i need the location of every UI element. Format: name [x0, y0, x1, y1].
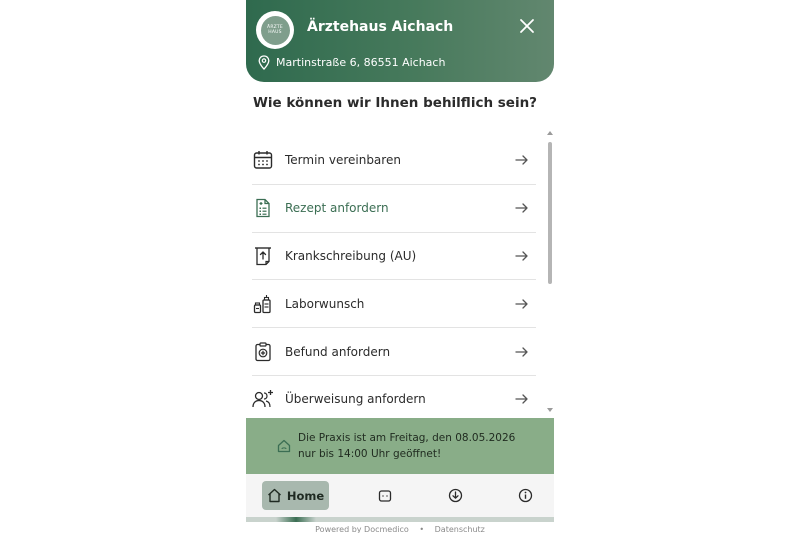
scrollbar-thumb[interactable]: [548, 142, 552, 284]
footer-separator: •: [419, 525, 425, 533]
tab-info[interactable]: [514, 481, 536, 510]
sick-note-icon: [255, 247, 271, 266]
arrow-right-icon: [515, 203, 528, 213]
arrow-right-icon: [515, 155, 528, 166]
prescription-icon: [256, 199, 270, 218]
menu-item-label: Termin vereinbaren: [285, 153, 401, 168]
bottom-tab-bar: Home: [246, 474, 554, 518]
practice-logo: ÄRZTE HAUS: [256, 11, 294, 49]
menu-item-befund[interactable]: Befund anfordern: [252, 328, 536, 376]
menu-item-termin[interactable]: Termin vereinbaren: [252, 137, 536, 185]
booking-widget: ÄRZTE HAUS Ärztehaus Aichach Martinstraß…: [246, 0, 554, 533]
referral-icon: [252, 390, 273, 408]
arrow-right-icon: [515, 346, 528, 357]
practice-address: Martinstraße 6, 86551 Aichach: [258, 55, 445, 70]
menu-item-label: Überweisung anfordern: [285, 392, 426, 407]
footer: Powered by Docmedico • Datenschutz: [246, 525, 554, 533]
bottom-strip-accent: [276, 517, 316, 522]
info-icon: [518, 488, 532, 503]
menu-item-laborwunsch[interactable]: Laborwunsch: [252, 280, 536, 329]
tab-chat[interactable]: [374, 481, 396, 510]
address-text: Martinstraße 6, 86551 Aichach: [276, 56, 446, 69]
arrow-right-icon: [515, 394, 528, 405]
menu-item-ueberweisung[interactable]: Überweisung anfordern: [252, 376, 536, 424]
menu-item-krankschreibung[interactable]: Krankschreibung (AU): [252, 233, 536, 281]
scrollbar-down-arrow[interactable]: [547, 408, 553, 412]
tab-download[interactable]: [444, 481, 466, 510]
menu-item-rezept[interactable]: Rezept anfordern: [252, 185, 536, 233]
chat-icon: [378, 489, 392, 502]
arrow-right-icon: [515, 251, 528, 261]
house-icon: [277, 439, 291, 453]
menu-item-label: Befund anfordern: [285, 344, 391, 359]
lab-icon: [253, 294, 271, 313]
powered-by-link[interactable]: Powered by Docmedico: [315, 525, 409, 533]
notice-text: Die Praxis ist am Freitag, den 08.05.202…: [298, 432, 516, 460]
close-icon: [520, 19, 534, 33]
menu-item-label: Rezept anfordern: [285, 201, 389, 216]
menu-item-label: Laborwunsch: [285, 296, 365, 311]
service-menu: Termin vereinbaren Rezept anfordern Kran…: [252, 137, 536, 424]
privacy-link[interactable]: Datenschutz: [435, 525, 485, 533]
tab-home[interactable]: Home: [262, 481, 329, 510]
calendar-icon: [253, 151, 273, 170]
practice-title: Ärztehaus Aichach: [307, 19, 454, 35]
tab-home-label: Home: [286, 488, 325, 503]
location-pin-icon: [258, 55, 270, 70]
arrow-right-icon: [515, 299, 528, 309]
help-question-heading: Wie können wir Ihnen behilflich sein?: [253, 95, 538, 111]
report-icon: [255, 341, 271, 361]
header: ÄRZTE HAUS Ärztehaus Aichach Martinstraß…: [246, 0, 554, 82]
logo-text-line-2: HAUS: [268, 30, 282, 35]
close-button[interactable]: [516, 15, 538, 37]
download-icon: [448, 488, 462, 503]
opening-hours-notice: Die Praxis ist am Freitag, den 08.05.202…: [246, 418, 554, 474]
home-icon: [267, 488, 281, 503]
scrollbar-up-arrow[interactable]: [547, 131, 553, 135]
menu-item-label: Krankschreibung (AU): [285, 248, 417, 263]
